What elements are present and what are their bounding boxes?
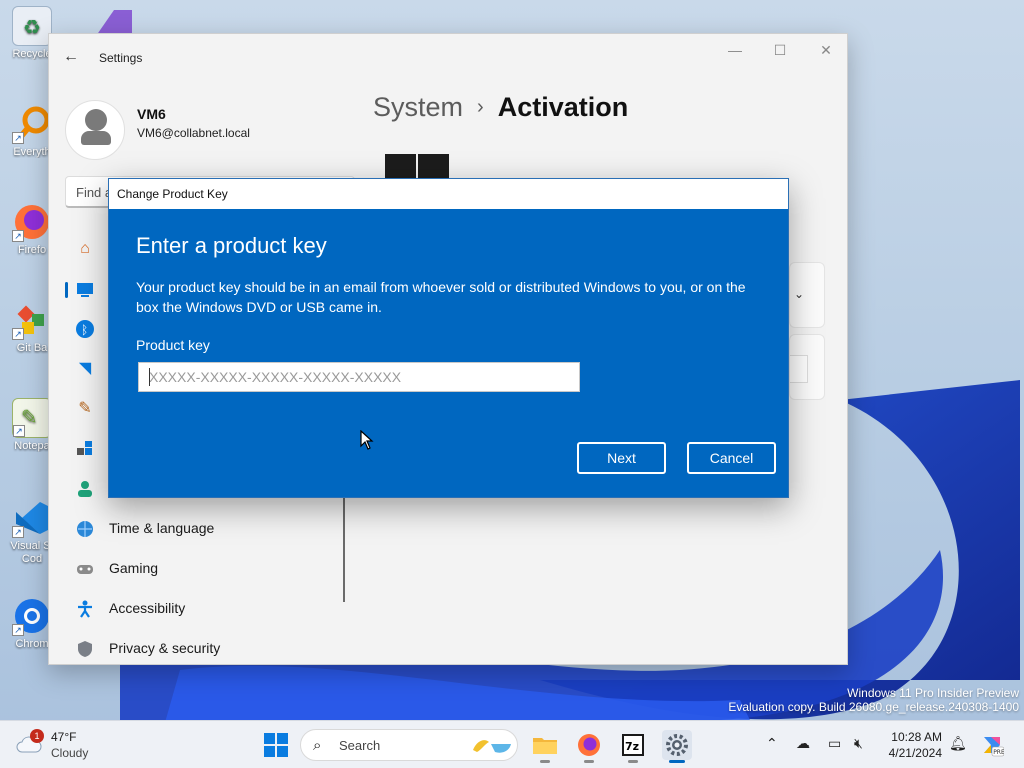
volume-muted-icon[interactable]: 🔇︎ bbox=[854, 735, 863, 752]
user-email: VM6@collabnet.local bbox=[137, 126, 250, 140]
accounts-icon bbox=[75, 479, 95, 499]
firefox-icon bbox=[578, 734, 600, 756]
vscode-icon: ↗ bbox=[12, 498, 52, 538]
sidebar-item-privacy-security[interactable]: Privacy & security bbox=[65, 630, 345, 664]
start-button[interactable] bbox=[264, 733, 288, 757]
search-label: Search bbox=[339, 738, 381, 753]
bluetooth-icon: ᛒ bbox=[75, 319, 95, 339]
copilot-icon[interactable]: PRE bbox=[980, 733, 1005, 757]
chevron-down-icon: ⌄ bbox=[794, 287, 805, 301]
breadcrumb-separator: › bbox=[477, 96, 484, 118]
user-name: VM6 bbox=[137, 106, 166, 122]
system-clock[interactable]: 10:28 AM 4/21/2024 bbox=[880, 729, 942, 761]
clock-time: 10:28 AM bbox=[891, 730, 942, 744]
change-product-key-dialog: Change Product Key Enter a product key Y… bbox=[108, 178, 789, 498]
back-arrow-icon[interactable]: ← bbox=[63, 48, 79, 66]
show-hidden-icons-chevron-icon[interactable]: ⌃ bbox=[766, 735, 778, 752]
sidebar-item-time-language[interactable]: Time & language bbox=[65, 510, 345, 546]
next-button[interactable]: Next bbox=[577, 442, 666, 474]
close-button[interactable]: ✕ bbox=[814, 42, 838, 59]
taskbar-settings[interactable] bbox=[662, 730, 692, 763]
sidebar-item-label: Privacy & security bbox=[109, 640, 221, 656]
apps-icon bbox=[75, 439, 95, 459]
svg-text:PRE: PRE bbox=[993, 749, 1004, 756]
breadcrumb: System › Activation bbox=[373, 92, 628, 123]
recycle-bin-icon: ♻ bbox=[12, 6, 52, 46]
firefox-icon: ↗ bbox=[12, 202, 52, 242]
network-disconnected-icon[interactable]: ☁ bbox=[796, 735, 810, 752]
window-title: Settings bbox=[99, 51, 143, 65]
home-icon: ⌂ bbox=[80, 240, 90, 257]
weather-condition: Cloudy bbox=[51, 746, 89, 760]
notification-badge: 1 bbox=[30, 729, 44, 743]
settings-gear-icon bbox=[666, 734, 688, 756]
product-key-input[interactable] bbox=[138, 362, 580, 392]
git-bash-icon: ↗ bbox=[12, 300, 52, 340]
dialog-title: Change Product Key bbox=[117, 187, 228, 201]
minimize-button[interactable]: — bbox=[723, 42, 747, 58]
active-indicator bbox=[65, 282, 68, 298]
gamepad-icon bbox=[75, 559, 95, 579]
svg-text:ᛒ: ᛒ bbox=[81, 323, 88, 337]
everything-search-icon: ↗ bbox=[12, 104, 52, 144]
taskbar-file-explorer[interactable] bbox=[530, 730, 560, 763]
7zip-icon: 7z bbox=[622, 734, 644, 756]
dialog-description: Your product key should be in an email f… bbox=[136, 279, 746, 315]
settings-titlebar: ← Settings — ☐ ✕ bbox=[49, 34, 847, 82]
watermark-line-1: Windows 11 Pro Insider Preview bbox=[847, 686, 1019, 700]
search-highlight-icon bbox=[471, 736, 513, 761]
scroll-indicator[interactable] bbox=[343, 496, 345, 602]
sidebar-item-gaming[interactable]: Gaming bbox=[65, 550, 345, 586]
change-product-key-card bbox=[789, 334, 825, 400]
avatar bbox=[65, 100, 125, 160]
notepad-plus-plus-icon: ✎ ↗ bbox=[12, 398, 52, 438]
sidebar-item-label: Gaming bbox=[109, 560, 159, 576]
find-setting-placeholder: Find a bbox=[76, 185, 113, 200]
sidebar-item-accessibility[interactable]: Accessibility bbox=[65, 590, 345, 626]
taskbar: 1 47°F Cloudy ⌕ Search 7z ⌃ ☁ ▭ 🔇︎ 10:28… bbox=[0, 720, 1024, 768]
search-icon: ⌕ bbox=[313, 737, 322, 754]
watermark-line-2: Evaluation copy. Build 26080.ge_release.… bbox=[728, 700, 1019, 714]
display-icon[interactable]: ▭ bbox=[828, 735, 841, 752]
shield-icon bbox=[75, 639, 95, 659]
dialog-heading: Enter a product key bbox=[136, 233, 327, 258]
paintbrush-icon: ✎ bbox=[78, 400, 92, 417]
breadcrumb-system[interactable]: System bbox=[373, 92, 463, 122]
globe-clock-icon bbox=[75, 519, 95, 539]
evaluation-watermark: Windows 11 Pro Insider Preview Evaluatio… bbox=[728, 686, 1019, 714]
sidebar-item-label: Accessibility bbox=[109, 600, 186, 616]
file-explorer-icon bbox=[533, 738, 557, 754]
mouse-cursor-icon bbox=[360, 430, 374, 450]
taskbar-firefox[interactable] bbox=[574, 730, 604, 763]
cancel-button[interactable]: Cancel bbox=[687, 442, 776, 474]
activation-state-card[interactable]: ⌄ bbox=[789, 262, 825, 328]
chrome-icon: ↗ bbox=[12, 596, 52, 636]
system-icon bbox=[75, 279, 95, 299]
accessibility-icon bbox=[75, 599, 95, 619]
visual-studio-icon[interactable] bbox=[92, 6, 136, 36]
taskbar-search[interactable]: ⌕ Search bbox=[300, 729, 518, 761]
dialog-titlebar: Change Product Key bbox=[109, 179, 788, 209]
wifi-icon: ◥ bbox=[78, 360, 92, 377]
text-caret bbox=[149, 368, 150, 386]
sidebar-item-label: Time & language bbox=[109, 520, 215, 536]
clock-date: 4/21/2024 bbox=[888, 746, 942, 760]
page-title: Activation bbox=[497, 92, 629, 122]
weather-temperature: 47°F bbox=[51, 730, 77, 744]
notification-bell-icon[interactable]: 🔔︎ bbox=[949, 735, 967, 752]
maximize-button[interactable]: ☐ bbox=[768, 42, 792, 59]
taskbar-7zip[interactable]: 7z bbox=[618, 730, 648, 763]
svg-text:7z: 7z bbox=[625, 740, 639, 753]
product-key-label: Product key bbox=[136, 337, 210, 353]
